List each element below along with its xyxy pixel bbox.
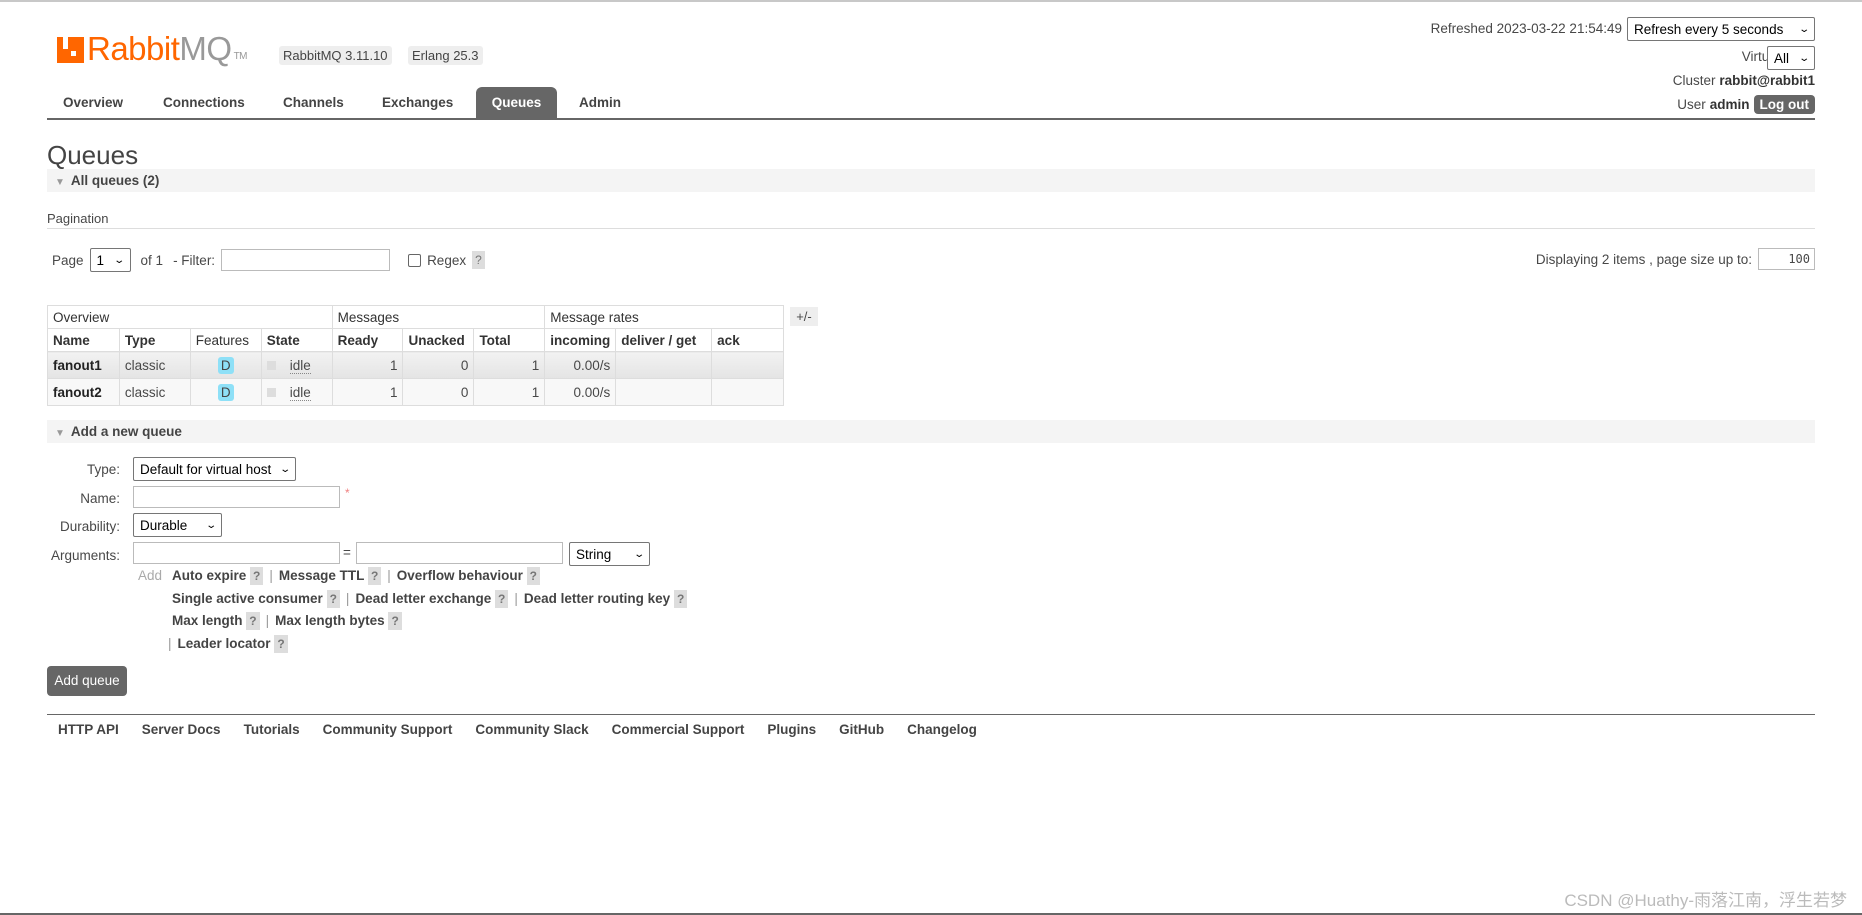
add-argument-label: Add bbox=[138, 568, 163, 583]
argument-value-input[interactable] bbox=[356, 542, 563, 564]
regex-help-button[interactable]: ? bbox=[472, 251, 485, 269]
argument-key-input[interactable] bbox=[133, 542, 340, 564]
arg-link-dlrk[interactable]: Dead letter routing key bbox=[524, 591, 670, 606]
col-unacked[interactable]: Unacked bbox=[402, 328, 475, 352]
state-label: idle bbox=[289, 384, 311, 401]
argument-type-select[interactable]: String ⌄ bbox=[569, 542, 650, 566]
chevron-down-icon: ⌄ bbox=[278, 463, 291, 475]
table-row[interactable]: fanout2 classic D idle 1 0 1 0.00/s bbox=[47, 378, 784, 406]
column-toggle-button[interactable]: +/- bbox=[790, 307, 818, 326]
queue-name-link[interactable]: fanout2 bbox=[53, 385, 102, 400]
cluster-info: Cluster rabbit@rabbit1 bbox=[1672, 73, 1815, 88]
state-label: idle bbox=[289, 357, 311, 374]
arg-link-dlx[interactable]: Dead letter exchange bbox=[355, 591, 491, 606]
chevron-down-icon: ⌄ bbox=[204, 519, 217, 531]
group-overview: Overview bbox=[47, 305, 333, 329]
chevron-down-icon: ⌄ bbox=[113, 254, 126, 266]
footer-links: HTTP API Server Docs Tutorials Community… bbox=[58, 722, 977, 737]
arguments-label: Arguments: bbox=[50, 548, 120, 563]
tab-queues[interactable]: Queues bbox=[476, 87, 557, 119]
required-marker: * bbox=[345, 486, 350, 500]
tab-connections[interactable]: Connections bbox=[147, 87, 261, 119]
version-badge: RabbitMQ 3.11.10 bbox=[279, 46, 392, 65]
col-deliver-get[interactable]: deliver / get bbox=[615, 328, 713, 352]
arg-link-max-length-bytes[interactable]: Max length bytes bbox=[275, 613, 385, 628]
arg-link-auto-expire[interactable]: Auto expire bbox=[172, 568, 246, 583]
arg-link-message-ttl[interactable]: Message TTL bbox=[279, 568, 364, 583]
add-queue-button[interactable]: Add queue bbox=[47, 666, 127, 696]
rabbit-logo-icon bbox=[57, 37, 84, 63]
queues-table: Overview Messages Message rates Name Typ… bbox=[47, 305, 784, 406]
chevron-down-icon: ⌄ bbox=[1797, 23, 1810, 35]
footer-link-changelog[interactable]: Changelog bbox=[907, 722, 977, 737]
footer-link-commercial-support[interactable]: Commercial Support bbox=[612, 722, 745, 737]
add-queue-section-toggle[interactable]: ▼ Add a new queue bbox=[47, 420, 1815, 443]
col-incoming[interactable]: incoming bbox=[544, 328, 617, 352]
footer-link-http-api[interactable]: HTTP API bbox=[58, 722, 119, 737]
page-size-input[interactable]: 100 bbox=[1758, 248, 1815, 270]
user-info: User admin Log out bbox=[1677, 95, 1815, 114]
col-type[interactable]: Type bbox=[118, 328, 191, 352]
group-message-rates: Message rates bbox=[544, 305, 784, 329]
col-ready[interactable]: Ready bbox=[331, 328, 404, 352]
group-messages: Messages bbox=[331, 305, 546, 329]
pagination-heading: Pagination bbox=[47, 211, 109, 226]
col-features: Features bbox=[189, 328, 262, 352]
col-ack[interactable]: ack bbox=[711, 328, 784, 352]
durable-tag: D bbox=[217, 356, 234, 374]
tab-admin[interactable]: Admin bbox=[563, 87, 637, 119]
queue-name-input[interactable] bbox=[133, 486, 340, 508]
equals-sign: = bbox=[343, 545, 351, 560]
arg-link-max-length[interactable]: Max length bbox=[172, 613, 243, 628]
refreshed-time: Refreshed 2023-03-22 21:54:49 bbox=[1430, 21, 1622, 36]
filter-input[interactable] bbox=[221, 249, 391, 271]
footer-link-plugins[interactable]: Plugins bbox=[767, 722, 816, 737]
footer-link-github[interactable]: GitHub bbox=[839, 722, 884, 737]
footer-link-community-slack[interactable]: Community Slack bbox=[475, 722, 588, 737]
refresh-select[interactable]: Refresh every 5 seconds ⌄ bbox=[1627, 17, 1815, 41]
rabbitmq-logo[interactable]: Rabbit MQ TM bbox=[57, 30, 248, 68]
col-total[interactable]: Total bbox=[473, 328, 546, 352]
footer-link-tutorials[interactable]: Tutorials bbox=[244, 722, 300, 737]
logout-button[interactable]: Log out bbox=[1753, 95, 1815, 114]
all-queues-section-toggle[interactable]: ▼ All queues (2) bbox=[47, 169, 1815, 192]
triangle-down-icon: ▼ bbox=[55, 177, 65, 188]
durability-select[interactable]: Durable ⌄ bbox=[133, 513, 222, 537]
type-label: Type: bbox=[86, 462, 120, 477]
col-state[interactable]: State bbox=[260, 328, 333, 352]
table-row[interactable]: fanout1 classic D idle 1 0 1 0.00/s bbox=[47, 351, 784, 379]
footer-link-community-support[interactable]: Community Support bbox=[323, 722, 453, 737]
watermark: CSDN @Huathy-雨落江南，浮生若梦 bbox=[1564, 891, 1847, 910]
arg-link-single-active-consumer[interactable]: Single active consumer bbox=[172, 591, 323, 606]
arg-link-overflow[interactable]: Overflow behaviour bbox=[397, 568, 523, 583]
footer-link-server-docs[interactable]: Server Docs bbox=[142, 722, 221, 737]
pagination-controls: Page 1 ⌄ of 1 - Filter: Regex ? bbox=[52, 248, 485, 272]
regex-checkbox[interactable] bbox=[408, 253, 422, 267]
durability-label: Durability: bbox=[59, 519, 120, 534]
page-size-control: Displaying 2 items , page size up to: 10… bbox=[1536, 248, 1815, 270]
vhost-select[interactable]: All ⌄ bbox=[1767, 46, 1815, 70]
tab-exchanges[interactable]: Exchanges bbox=[366, 87, 469, 119]
page-title: Queues bbox=[47, 140, 139, 170]
durable-tag: D bbox=[217, 383, 234, 401]
tab-overview[interactable]: Overview bbox=[47, 87, 139, 119]
name-label: Name: bbox=[80, 491, 120, 506]
state-indicator-icon bbox=[266, 361, 276, 371]
erlang-badge: Erlang 25.3 bbox=[408, 46, 483, 65]
queue-name-link[interactable]: fanout1 bbox=[53, 358, 102, 373]
page-select[interactable]: 1 ⌄ bbox=[89, 248, 131, 272]
pagination-divider bbox=[47, 228, 1815, 229]
queue-type-select[interactable]: Default for virtual host ⌄ bbox=[133, 457, 296, 481]
col-name[interactable]: Name bbox=[47, 328, 120, 352]
nav-divider bbox=[47, 118, 1815, 120]
chevron-down-icon: ⌄ bbox=[1797, 52, 1810, 64]
arg-link-leader-locator[interactable]: Leader locator bbox=[178, 636, 271, 651]
triangle-down-icon: ▼ bbox=[55, 428, 65, 439]
chevron-down-icon: ⌄ bbox=[632, 548, 645, 560]
state-indicator-icon bbox=[266, 388, 276, 398]
footer-divider bbox=[47, 714, 1815, 715]
tab-channels[interactable]: Channels bbox=[267, 87, 360, 119]
argument-shortcuts: Auto expire ? | Message TTL ? | Overflow beh… bbox=[168, 565, 688, 655]
